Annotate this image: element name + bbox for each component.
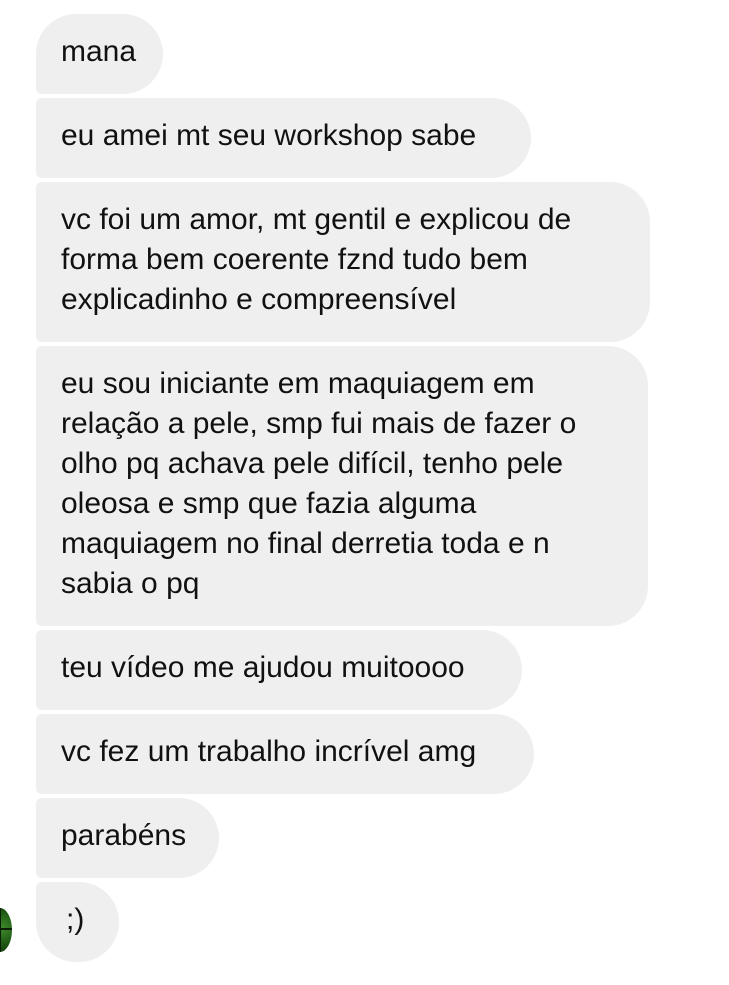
message-bubble[interactable]: eu amei mt seu workshop sabe	[36, 98, 531, 178]
message-thread: mana eu amei mt seu workshop sabe vc foi…	[0, 0, 729, 985]
message-bubble[interactable]: teu vídeo me ajudou muitoooo	[36, 630, 522, 710]
message-text: eu sou iniciante em maquiagem em relação…	[61, 367, 577, 600]
message-bubble[interactable]: vc foi um amor, mt gentil e explicou de …	[36, 182, 650, 342]
message-bubble[interactable]: eu sou iniciante em maquiagem em relação…	[36, 346, 648, 626]
message-text: vc foi um amor, mt gentil e explicou de …	[61, 203, 572, 316]
message-text: ;)	[66, 903, 85, 936]
message-text: parabéns	[61, 819, 187, 852]
message-text: teu vídeo me ajudou muitoooo	[61, 651, 465, 684]
message-bubble[interactable]: mana	[36, 14, 163, 94]
message-bubble[interactable]: ;)	[36, 882, 119, 962]
message-text: mana	[61, 35, 137, 68]
message-text: eu amei mt seu workshop sabe	[61, 119, 477, 152]
message-text: vc fez um trabalho incrível amg	[61, 735, 477, 768]
sender-avatar[interactable]	[0, 908, 12, 952]
message-bubble[interactable]: parabéns	[36, 798, 219, 878]
message-bubble[interactable]: vc fez um trabalho incrível amg	[36, 714, 534, 794]
